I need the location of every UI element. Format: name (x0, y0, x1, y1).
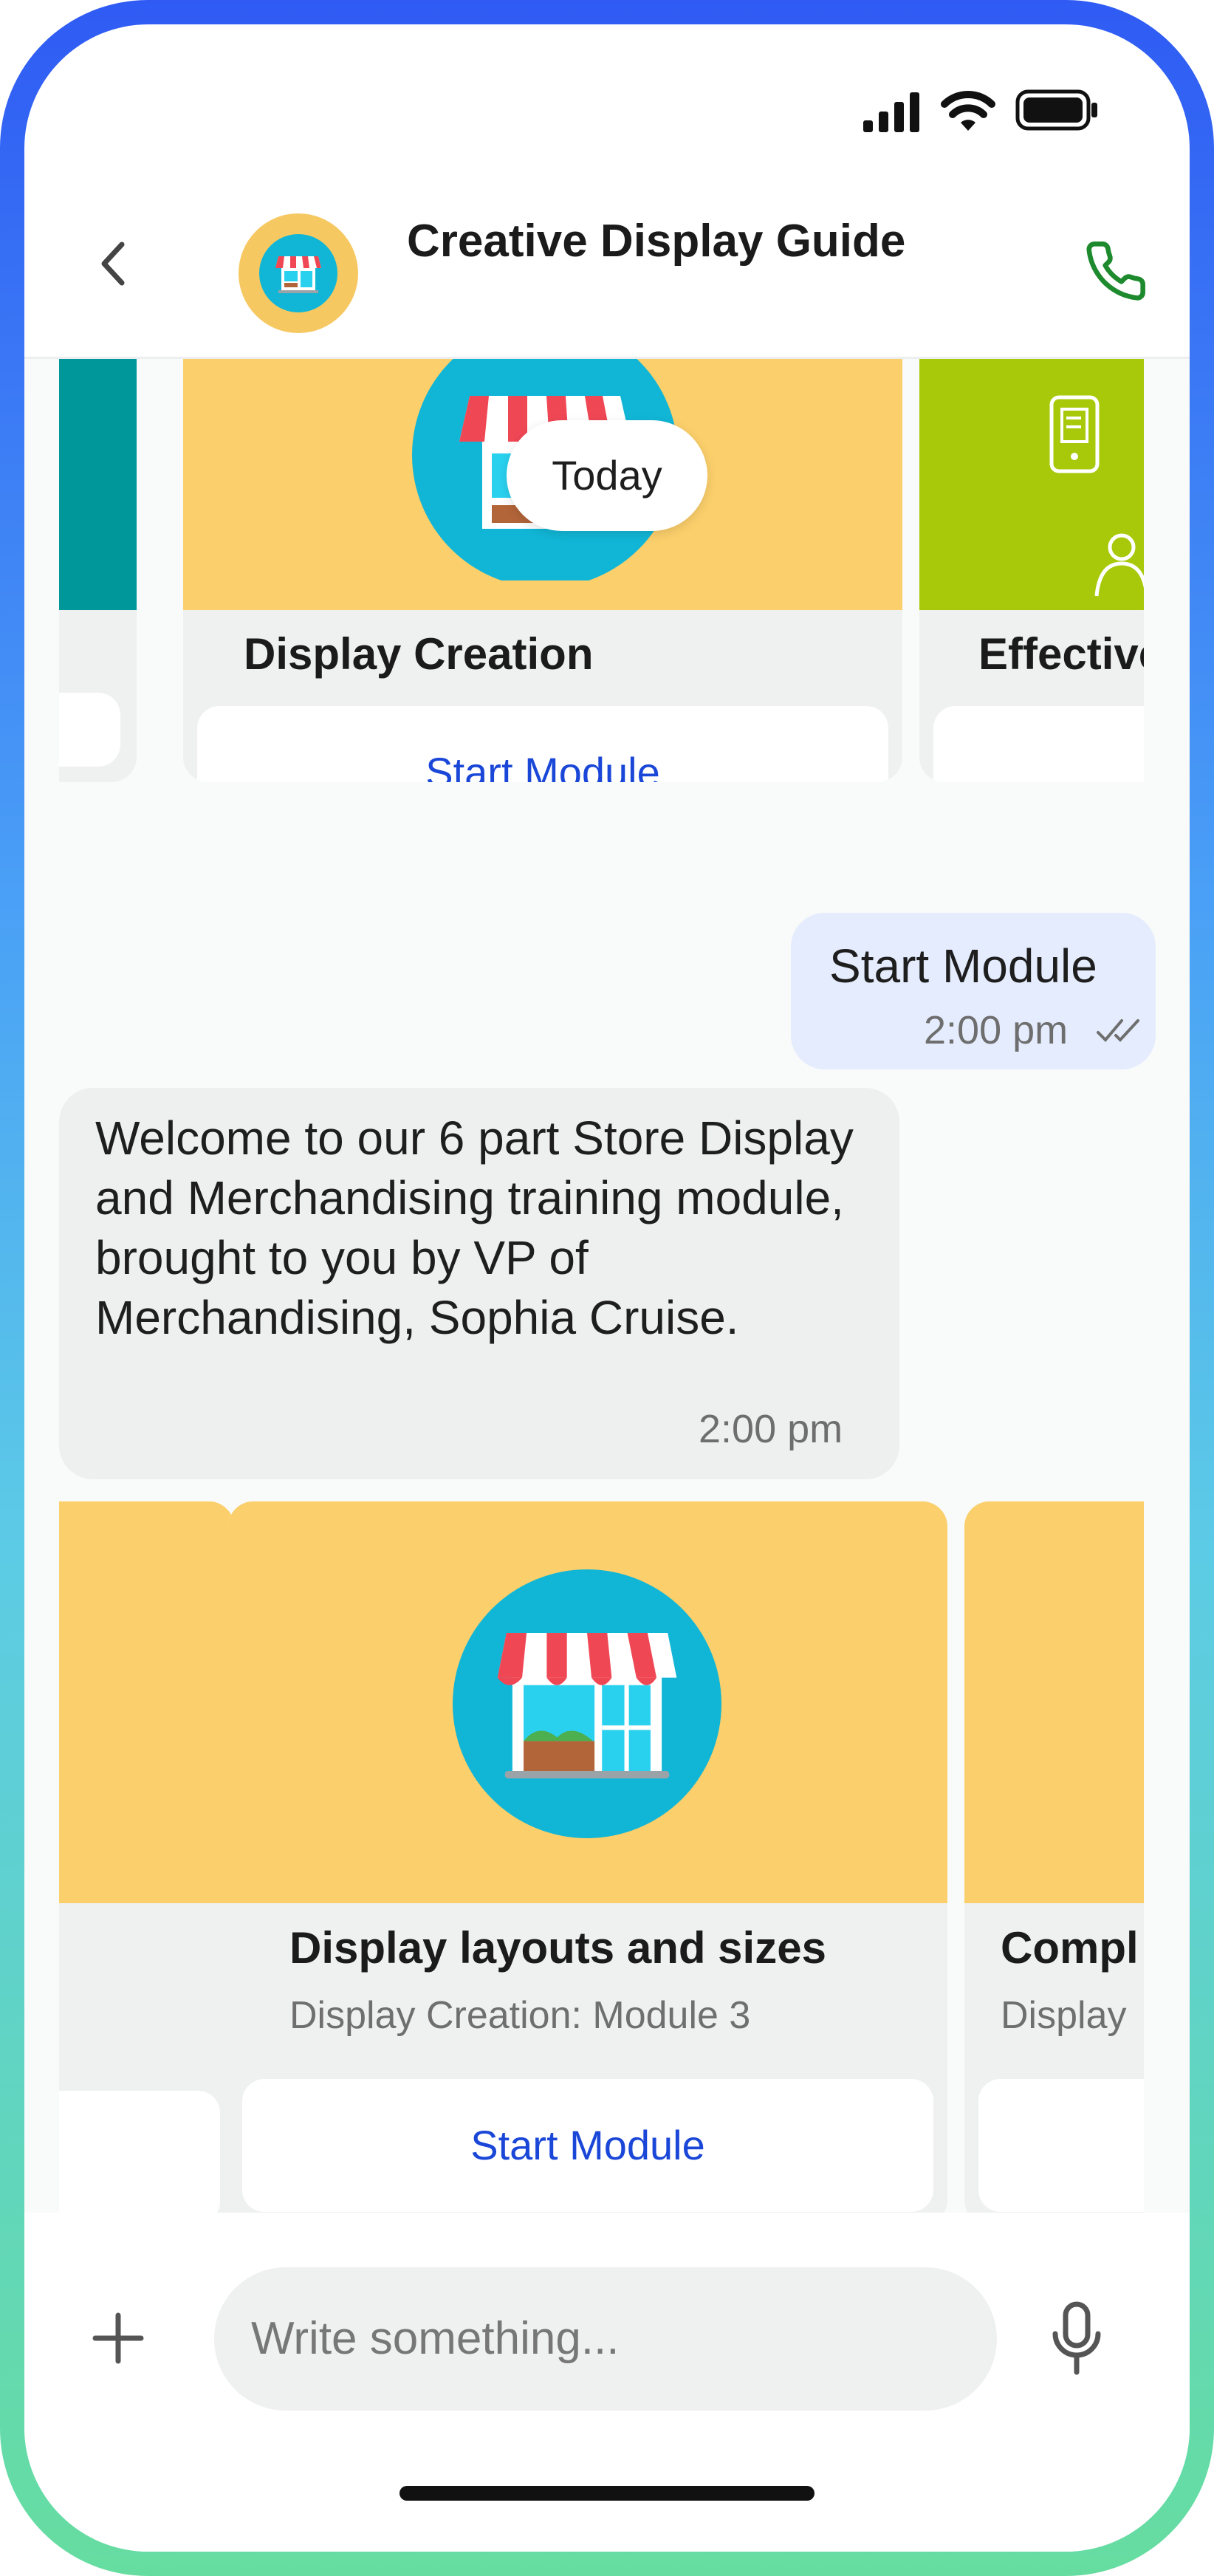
message-time: 2:00 pm (699, 1407, 843, 1451)
carousel-edge-right (1144, 1489, 1190, 2213)
signal-icon (863, 92, 919, 132)
start-module-button[interactable]: Start Module (242, 2079, 933, 2212)
message-time: 2:00 pm (924, 1008, 1069, 1052)
carousel-card-display-creation[interactable]: Display Creation Start Module (183, 359, 902, 782)
message-list[interactable]: Display Creation Start Module Effective (24, 359, 1190, 2213)
avatar[interactable] (239, 213, 358, 333)
card-banner (228, 1501, 947, 1903)
outgoing-message[interactable]: Start Module 2:00 pm (791, 913, 1156, 1069)
microphone-icon[interactable] (1051, 2301, 1102, 2379)
card-title: Effective (978, 629, 1164, 679)
store-icon (259, 234, 337, 312)
card-title: Display layouts and sizes (289, 1923, 826, 1973)
start-module-button[interactable]: Start Module (197, 706, 888, 782)
card-subtitle: Display (1001, 1994, 1127, 2037)
double-check-icon (1097, 1016, 1142, 1048)
card-title: Display Creation (244, 629, 594, 679)
checklist-icon (1049, 395, 1100, 473)
wifi-icon (941, 88, 995, 132)
date-separator: Today (507, 420, 707, 531)
carousel-card-display-layouts[interactable]: Display layouts and sizes Display Creati… (228, 1501, 947, 2213)
card-title: Compl (1001, 1923, 1139, 1973)
store-icon (453, 1569, 721, 1838)
message-text: Welcome to our 6 part Store Display and … (95, 1111, 854, 1344)
incoming-message[interactable]: Welcome to our 6 part Store Display and … (59, 1088, 899, 1479)
chevron-left-icon[interactable] (91, 240, 138, 287)
composer-bar: Write something... (24, 2213, 1190, 2552)
plus-icon[interactable] (92, 2312, 144, 2368)
people-icon (1094, 533, 1148, 597)
carousel-edge-right (1144, 359, 1190, 907)
chat-title: Creative Display Guide (407, 216, 906, 267)
message-input[interactable]: Write something... (214, 2267, 997, 2411)
card-subtitle: Display Creation: Module 3 (289, 1994, 751, 2037)
chat-header: Creative Display Guide (24, 172, 1190, 359)
message-text: Start Module (829, 939, 1097, 993)
phone-screen: Creative Display Guide Display Creation … (24, 24, 1190, 2552)
carousel-edge-left (24, 359, 59, 2213)
device-frame: Creative Display Guide Display Creation … (0, 0, 1214, 2576)
phone-icon[interactable] (1083, 239, 1148, 304)
battery-icon (1015, 89, 1098, 131)
status-bar (24, 24, 1190, 172)
home-indicator[interactable] (399, 2486, 815, 2501)
